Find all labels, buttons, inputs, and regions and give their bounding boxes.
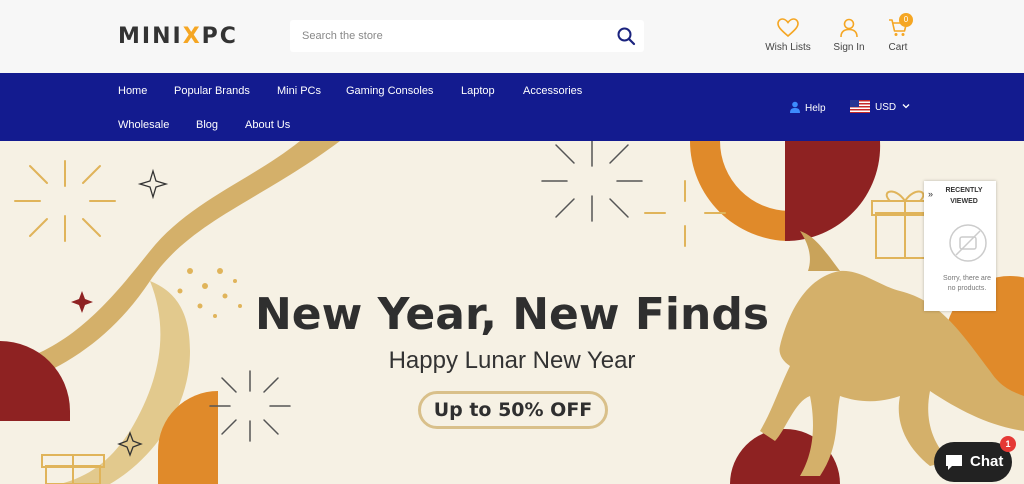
recently-viewed-panel: » RECENTLY VIEWED Sorry, there are no pr… xyxy=(924,181,996,311)
nav-item-about-us[interactable]: About Us xyxy=(245,119,290,131)
user-icon xyxy=(840,18,858,38)
logo-text-x: X xyxy=(182,24,202,49)
cart-count-badge: 0 xyxy=(899,13,913,27)
cart-label: Cart xyxy=(888,42,908,53)
nav-item-gaming-consoles[interactable]: Gaming Consoles xyxy=(346,85,433,97)
logo-text-pc: PC xyxy=(201,24,238,49)
person-icon xyxy=(790,101,800,113)
chat-notification-badge: 1 xyxy=(1000,436,1016,452)
recently-viewed-empty-message: Sorry, there are no products. xyxy=(942,275,992,292)
nav-item-wholesale[interactable]: Wholesale xyxy=(118,119,169,131)
signin-link[interactable]: Sign In xyxy=(829,18,869,53)
hero-banner[interactable]: New Year, New Finds Happy Lunar New Year… xyxy=(0,141,1024,484)
banner-offer-badge[interactable]: Up to 50% OFF xyxy=(418,391,608,429)
nav-item-mini-pcs[interactable]: Mini PCs xyxy=(277,85,321,97)
help-label: Help xyxy=(805,103,826,114)
search-input[interactable] xyxy=(290,20,600,52)
nav-item-laptop[interactable]: Laptop xyxy=(461,85,495,97)
chevron-down-icon xyxy=(902,104,910,109)
main-navigation: Home Popular Brands Mini PCs Gaming Cons… xyxy=(0,73,1024,141)
wishlist-label: Wish Lists xyxy=(765,42,811,53)
us-flag-icon xyxy=(850,100,870,113)
cart-link[interactable]: Cart 0 xyxy=(884,13,913,53)
search-bar xyxy=(290,20,644,52)
site-header: MINIXPC Wish Lists Sign In Cart 0 xyxy=(0,0,1024,73)
currency-selector[interactable]: USD xyxy=(850,100,910,113)
search-icon[interactable] xyxy=(616,26,636,46)
chat-label: Chat xyxy=(970,453,1004,470)
logo-text-mini: MINI xyxy=(118,24,183,49)
no-image-icon xyxy=(949,224,987,262)
help-link[interactable]: Help xyxy=(789,101,826,114)
nav-item-blog[interactable]: Blog xyxy=(196,119,218,131)
site-logo[interactable]: MINIXPC xyxy=(118,24,238,49)
banner-subheadline: Happy Lunar New Year xyxy=(388,347,636,374)
recently-viewed-title: RECENTLY VIEWED xyxy=(945,187,983,205)
currency-label: USD xyxy=(875,102,897,113)
wishlist-link[interactable]: Wish Lists xyxy=(763,18,813,53)
nav-item-accessories[interactable]: Accessories xyxy=(523,85,582,97)
nav-item-popular-brands[interactable]: Popular Brands xyxy=(174,85,250,97)
banner-headline: New Year, New Finds xyxy=(254,289,770,340)
chat-bubble-icon xyxy=(946,455,962,470)
nav-item-home[interactable]: Home xyxy=(118,85,147,97)
double-chevron-right-icon[interactable]: » xyxy=(928,189,933,199)
heart-icon xyxy=(777,18,799,38)
signin-label: Sign In xyxy=(833,42,865,53)
